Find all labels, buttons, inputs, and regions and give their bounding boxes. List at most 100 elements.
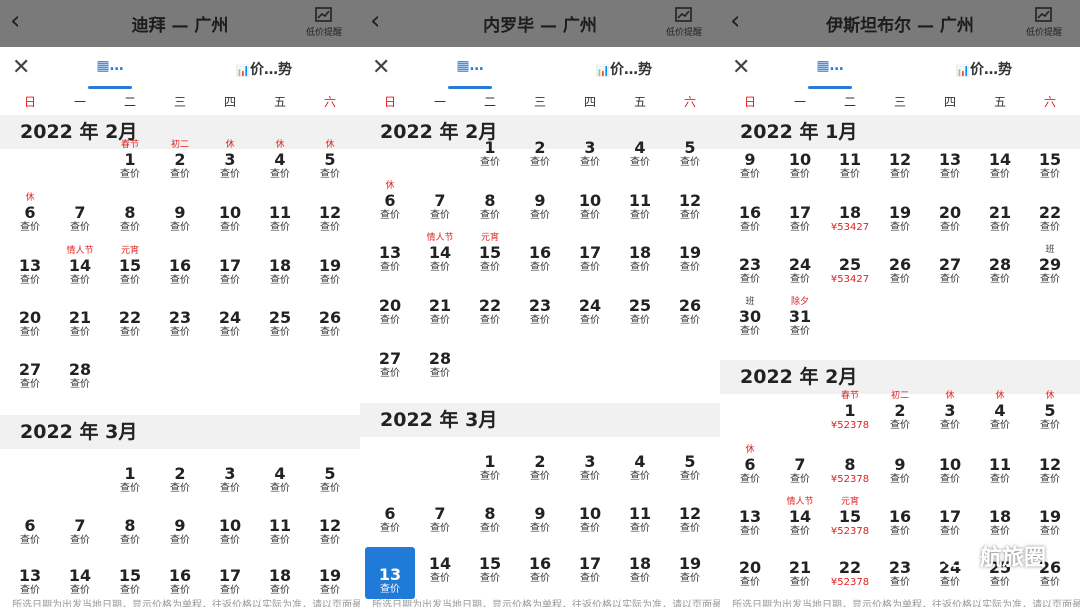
calendar-day[interactable]: 11 查价 — [615, 494, 665, 535]
calendar-day[interactable]: 17 查价 — [205, 246, 255, 287]
calendar-day[interactable]: 25 查价 — [615, 286, 665, 327]
calendar-day[interactable]: 休 3 查价 — [205, 140, 255, 181]
calendar-day[interactable]: 15 查价 — [105, 556, 155, 597]
calendar-day[interactable]: 14 查价 — [55, 556, 105, 597]
calendar-day[interactable]: 18 查价 — [615, 233, 665, 274]
calendar-day[interactable]: 12 查价 — [665, 181, 715, 222]
calendar-day[interactable]: 11 查价 — [975, 445, 1025, 486]
calendar-day[interactable]: 12 查价 — [875, 140, 925, 181]
calendar-day[interactable]: 班 29 查价 — [1025, 245, 1075, 286]
tab-price-trend[interactable]: 📊价…势 — [596, 59, 652, 79]
calendar-day[interactable]: 16 查价 — [155, 556, 205, 597]
calendar-day[interactable]: 4 查价 — [255, 454, 305, 495]
close-icon[interactable]: ✕ — [372, 57, 390, 79]
calendar-day[interactable]: 7 查价 — [415, 494, 465, 535]
calendar-day[interactable]: 14 查价 — [975, 140, 1025, 181]
calendar-day[interactable]: 24 查价 — [775, 245, 825, 286]
calendar-day[interactable]: 12 查价 — [305, 506, 355, 547]
calendar-day[interactable]: 17 查价 — [775, 193, 825, 234]
calendar-day[interactable]: 10 查价 — [205, 193, 255, 234]
calendar-day[interactable]: 13 查价 — [365, 233, 415, 274]
calendar-day[interactable]: 休 4 查价 — [255, 140, 305, 181]
price-alert-button[interactable]: 低价提醒 — [1014, 6, 1074, 38]
calendar-day[interactable]: 16 查价 — [515, 544, 565, 585]
calendar-day[interactable]: 19 查价 — [875, 193, 925, 234]
calendar-day[interactable]: 8 查价 — [105, 193, 155, 234]
calendar-day[interactable]: 3 查价 — [565, 442, 615, 483]
calendar-day[interactable]: 9 查价 — [515, 181, 565, 222]
calendar-day[interactable]: 15 查价 — [1025, 140, 1075, 181]
calendar-day[interactable]: 班 30 查价 — [725, 297, 775, 338]
calendar-day[interactable]: 8 查价 — [465, 181, 515, 222]
calendar-day[interactable]: 22 查价 — [465, 286, 515, 327]
calendar-day[interactable]: 除夕 31 查价 — [775, 297, 825, 338]
calendar-day[interactable]: 4 查价 — [615, 128, 665, 169]
calendar-day[interactable]: 13 查价 — [5, 556, 55, 597]
calendar-day[interactable]: 24 查价 — [205, 298, 255, 339]
calendar-day[interactable]: 28 查价 — [415, 339, 465, 380]
calendar-day[interactable]: 6 查价 — [5, 506, 55, 547]
calendar-day[interactable]: 20 查价 — [365, 286, 415, 327]
tab-calendar[interactable]: ▦… — [88, 55, 132, 89]
calendar-day[interactable]: 21 查价 — [415, 286, 465, 327]
calendar-day[interactable]: 8 查价 — [465, 494, 515, 535]
calendar-day[interactable]: 3 查价 — [205, 454, 255, 495]
calendar-day[interactable]: 9 查价 — [515, 494, 565, 535]
calendar-day[interactable]: 26 查价 — [875, 245, 925, 286]
calendar-day[interactable]: 13 查价 — [725, 497, 775, 538]
calendar-day[interactable]: 2 查价 — [515, 128, 565, 169]
calendar-day[interactable]: 元宵 15 ¥52378 — [825, 497, 875, 538]
calendar-day[interactable]: 28 查价 — [55, 350, 105, 391]
calendar-day[interactable]: 19 查价 — [665, 544, 715, 585]
calendar-day[interactable]: 10 查价 — [775, 140, 825, 181]
calendar-day[interactable]: 10 查价 — [925, 445, 975, 486]
calendar-day[interactable]: 12 查价 — [305, 193, 355, 234]
calendar-day[interactable]: 春节 1 ¥52378 — [825, 391, 875, 432]
calendar-day[interactable]: 休 6 查价 — [365, 181, 415, 222]
calendar-day[interactable]: 6 查价 — [365, 494, 415, 535]
calendar-day[interactable]: 21 查价 — [975, 193, 1025, 234]
calendar-day[interactable]: 17 查价 — [565, 233, 615, 274]
calendar-day[interactable]: 20 查价 — [5, 298, 55, 339]
calendar-day[interactable]: 26 查价 — [665, 286, 715, 327]
calendar-day[interactable]: 元宵 15 查价 — [465, 233, 515, 274]
calendar-day[interactable]: 17 查价 — [925, 497, 975, 538]
calendar-day[interactable]: 17 查价 — [205, 556, 255, 597]
calendar-day[interactable]: 18 查价 — [615, 544, 665, 585]
calendar-day[interactable]: 22 ¥52378 — [825, 548, 875, 589]
calendar-day[interactable]: 9 查价 — [155, 506, 205, 547]
calendar-day[interactable]: 休 6 查价 — [5, 193, 55, 234]
calendar-day[interactable]: 23 查价 — [515, 286, 565, 327]
calendar-day[interactable]: 11 查价 — [255, 193, 305, 234]
calendar-day[interactable]: 16 查价 — [875, 497, 925, 538]
calendar-day[interactable]: 12 查价 — [1025, 445, 1075, 486]
calendar-day[interactable]: 情人节 14 查价 — [775, 497, 825, 538]
calendar-day[interactable]: 8 查价 — [105, 506, 155, 547]
calendar-day[interactable]: 5 查价 — [305, 454, 355, 495]
price-alert-button[interactable]: 低价提醒 — [294, 6, 354, 38]
calendar-day[interactable]: 13 查价 — [925, 140, 975, 181]
calendar-day[interactable]: 1 查价 — [105, 454, 155, 495]
tab-calendar[interactable]: ▦… — [448, 55, 492, 89]
calendar-day[interactable]: 21 查价 — [55, 298, 105, 339]
calendar-day[interactable]: 7 查价 — [415, 181, 465, 222]
calendar-day[interactable]: 情人节 14 查价 — [55, 246, 105, 287]
calendar-day[interactable]: 25 查价 — [255, 298, 305, 339]
tab-price-trend[interactable]: 📊价…势 — [236, 59, 292, 79]
calendar-day[interactable]: 10 查价 — [565, 181, 615, 222]
calendar-day[interactable]: 16 查价 — [515, 233, 565, 274]
calendar-day[interactable]: 16 查价 — [155, 246, 205, 287]
calendar-day[interactable]: 19 查价 — [665, 233, 715, 274]
calendar-day[interactable]: 23 查价 — [875, 548, 925, 589]
calendar-day[interactable]: 17 查价 — [565, 544, 615, 585]
calendar-day[interactable]: 14 查价 — [415, 544, 465, 585]
price-alert-button[interactable]: 低价提醒 — [654, 6, 714, 38]
calendar-day[interactable]: 18 ¥53427 — [825, 193, 875, 234]
calendar-day[interactable]: 7 查价 — [55, 193, 105, 234]
calendar-day[interactable]: 10 查价 — [565, 494, 615, 535]
calendar-day[interactable]: 22 查价 — [1025, 193, 1075, 234]
calendar-day[interactable]: 27 查价 — [925, 245, 975, 286]
calendar-day[interactable]: 23 查价 — [155, 298, 205, 339]
calendar-day[interactable]: 19 查价 — [1025, 497, 1075, 538]
close-icon[interactable]: ✕ — [12, 57, 30, 79]
